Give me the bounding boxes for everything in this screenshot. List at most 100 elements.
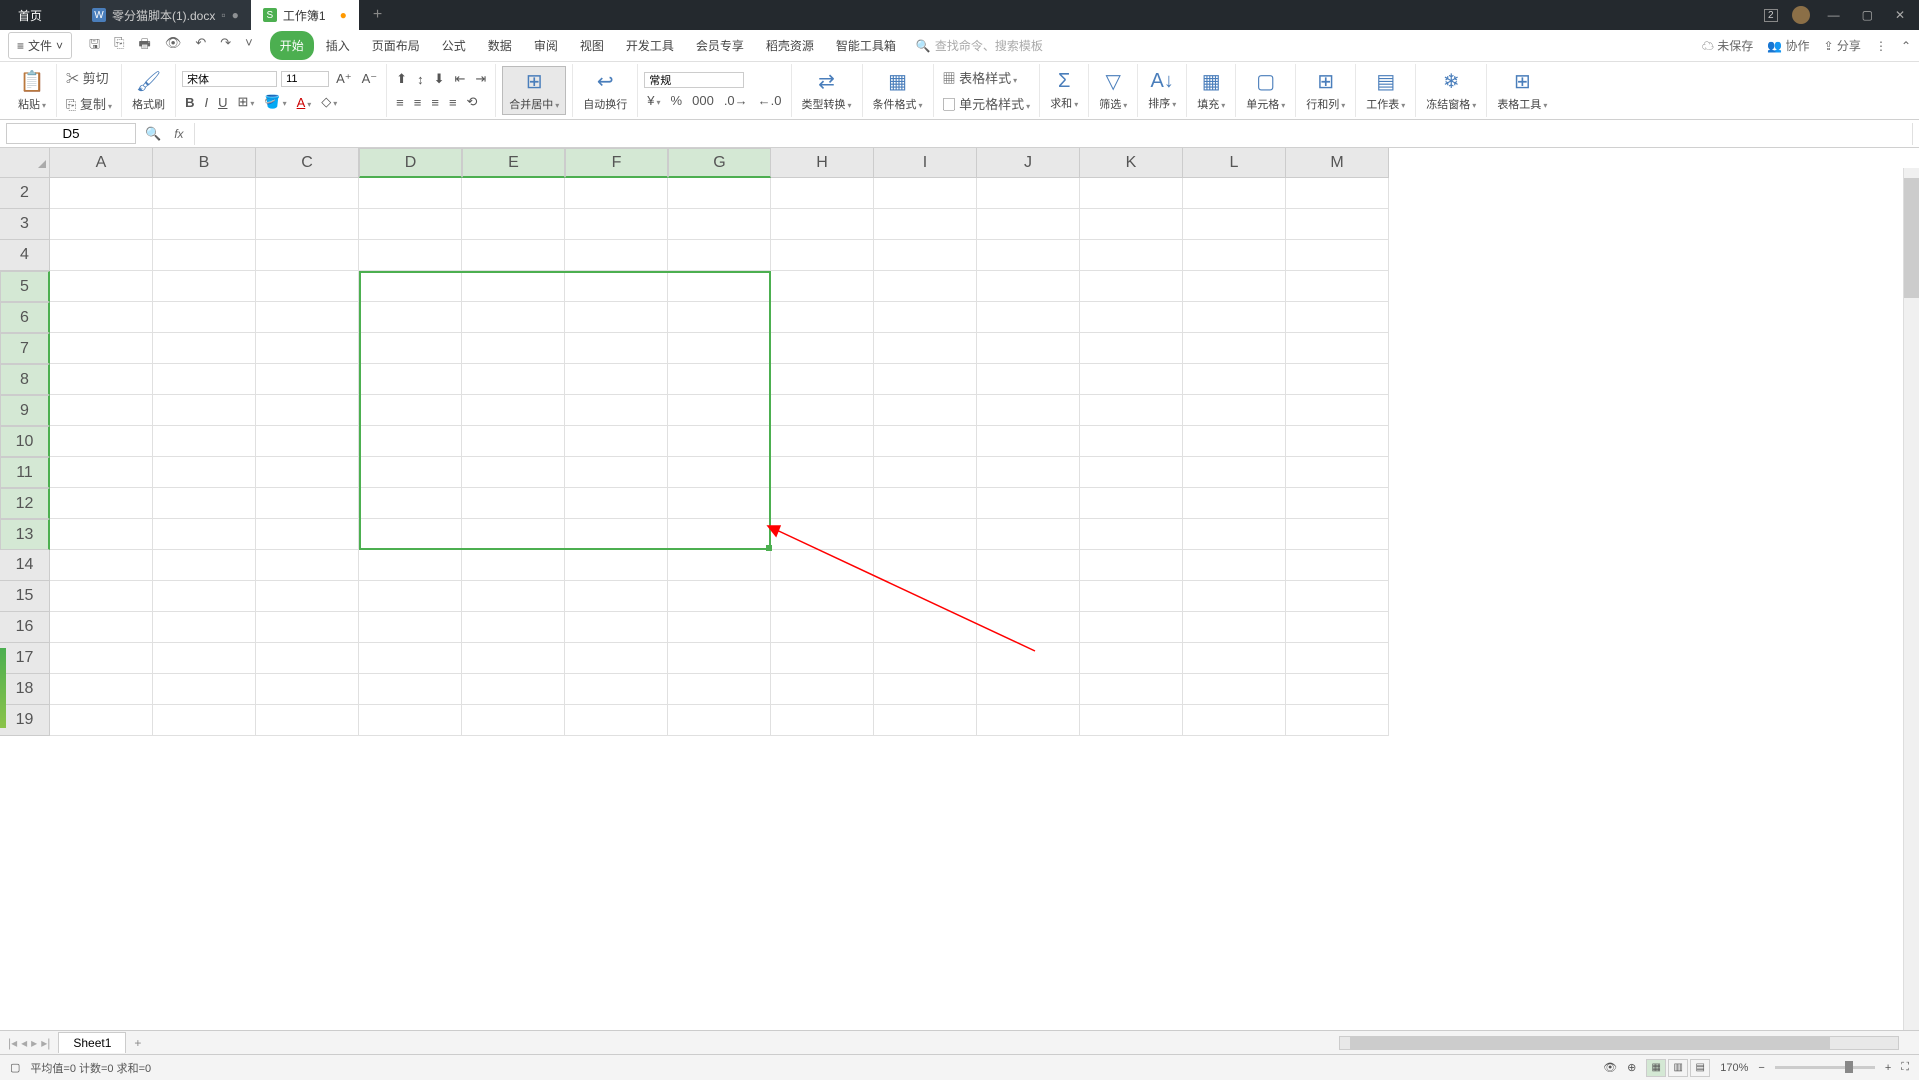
cell[interactable] [977, 209, 1080, 240]
cell[interactable] [977, 705, 1080, 736]
col-header-L[interactable]: L [1183, 148, 1286, 178]
cell[interactable] [1286, 209, 1389, 240]
cell[interactable] [977, 674, 1080, 705]
cell[interactable] [668, 333, 771, 364]
cell[interactable] [462, 395, 565, 426]
menu-tab-dev[interactable]: 开发工具 [616, 31, 684, 60]
sort-button[interactable]: A↓排序 [1144, 68, 1180, 113]
chevron-down-icon[interactable]: ˅ [242, 33, 256, 59]
cell[interactable] [1080, 209, 1183, 240]
cell[interactable] [1183, 488, 1286, 519]
vertical-scrollbar[interactable] [1903, 168, 1919, 1030]
cell[interactable] [153, 612, 256, 643]
cell[interactable] [256, 209, 359, 240]
col-header-A[interactable]: A [50, 148, 153, 178]
cell[interactable] [50, 426, 153, 457]
cell[interactable] [256, 395, 359, 426]
print-icon[interactable]: 🖶 [136, 33, 154, 59]
eye-icon[interactable]: 👁 [1603, 1061, 1617, 1074]
cell[interactable] [771, 240, 874, 271]
row-header-7[interactable]: 7 [0, 333, 50, 364]
cell[interactable] [50, 612, 153, 643]
undo-icon[interactable]: ↶ [192, 33, 209, 59]
cell[interactable] [668, 178, 771, 209]
cell[interactable] [256, 643, 359, 674]
cell[interactable] [1286, 333, 1389, 364]
cell[interactable] [771, 643, 874, 674]
cell[interactable] [50, 488, 153, 519]
cell[interactable] [977, 550, 1080, 581]
cell[interactable] [668, 209, 771, 240]
cell[interactable] [359, 488, 462, 519]
cell[interactable] [462, 457, 565, 488]
cell[interactable] [771, 426, 874, 457]
cell[interactable] [565, 705, 668, 736]
align-left-icon[interactable]: ≡ [393, 93, 407, 112]
cell[interactable] [565, 674, 668, 705]
cell[interactable] [462, 364, 565, 395]
row-header-18[interactable]: 18 [0, 674, 50, 705]
cell[interactable] [668, 519, 771, 550]
cell[interactable] [153, 178, 256, 209]
cell[interactable] [462, 488, 565, 519]
cell[interactable] [977, 364, 1080, 395]
cell[interactable] [874, 178, 977, 209]
cell[interactable] [462, 240, 565, 271]
cell[interactable] [359, 426, 462, 457]
shrink-font-icon[interactable]: A⁻ [359, 69, 381, 89]
cell[interactable] [50, 271, 153, 302]
cell[interactable] [565, 519, 668, 550]
cell[interactable] [50, 209, 153, 240]
number-format-select[interactable] [644, 72, 744, 88]
cell[interactable] [565, 457, 668, 488]
cell[interactable] [771, 178, 874, 209]
menu-tab-tools[interactable]: 智能工具箱 [826, 31, 906, 60]
notification-badge[interactable]: 2 [1764, 9, 1778, 22]
cell[interactable] [874, 581, 977, 612]
cell[interactable] [1080, 705, 1183, 736]
cell[interactable] [1183, 364, 1286, 395]
cell[interactable] [153, 550, 256, 581]
rowcol-button[interactable]: ⊞行和列 [1302, 67, 1349, 114]
dec-decimal-icon[interactable]: ←.0 [755, 91, 785, 110]
cell[interactable] [1183, 457, 1286, 488]
cell[interactable] [668, 705, 771, 736]
cell[interactable] [977, 612, 1080, 643]
cell[interactable] [50, 364, 153, 395]
cell[interactable] [771, 364, 874, 395]
align-center-icon[interactable]: ≡ [411, 93, 425, 112]
cell[interactable] [565, 209, 668, 240]
fill-button[interactable]: ▦填充 [1193, 67, 1229, 114]
cell[interactable] [359, 271, 462, 302]
cell[interactable] [565, 240, 668, 271]
row-header-2[interactable]: 2 [0, 178, 50, 209]
cell[interactable] [771, 488, 874, 519]
paste-button[interactable]: 📋粘贴 [14, 67, 50, 114]
sheet-nav-next-icon[interactable]: ▸ [31, 1036, 37, 1050]
cell[interactable] [1286, 550, 1389, 581]
font-size-select[interactable] [281, 71, 329, 87]
row-header-6[interactable]: 6 [0, 302, 50, 333]
cell[interactable] [256, 488, 359, 519]
cell[interactable] [359, 240, 462, 271]
cell[interactable] [874, 612, 977, 643]
cell[interactable] [1183, 519, 1286, 550]
cell[interactable] [565, 302, 668, 333]
cell[interactable] [462, 581, 565, 612]
cell[interactable] [977, 519, 1080, 550]
cell[interactable] [668, 581, 771, 612]
cell[interactable] [256, 426, 359, 457]
tab-document-2[interactable]: S 工作簿1 ● [251, 0, 359, 30]
cells-area[interactable] [50, 178, 1389, 736]
cell[interactable] [1080, 395, 1183, 426]
cell[interactable] [874, 395, 977, 426]
row-header-11[interactable]: 11 [0, 457, 50, 488]
saveas-icon[interactable]: ⎘ [111, 33, 127, 59]
row-header-14[interactable]: 14 [0, 550, 50, 581]
cell[interactable] [462, 519, 565, 550]
file-menu[interactable]: ≡ 文件 ˅ [8, 32, 72, 59]
cell[interactable] [153, 643, 256, 674]
cell[interactable] [565, 395, 668, 426]
font-name-select[interactable] [182, 71, 277, 87]
cell[interactable] [874, 426, 977, 457]
